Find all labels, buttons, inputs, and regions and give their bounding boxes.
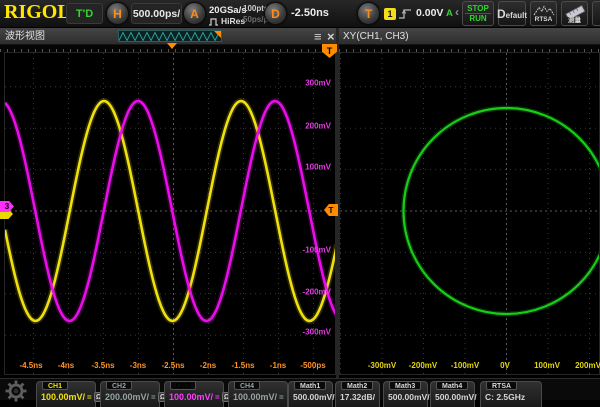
spectrum-icon (533, 5, 555, 16)
rtsa-block[interactable]: RTSA C: 2.5GHz (480, 381, 542, 407)
close-icon[interactable]: × (327, 28, 335, 45)
default-rest: efault (506, 11, 527, 20)
collapse-chevron-icon[interactable]: ‹ (455, 5, 459, 19)
rtsa-button[interactable]: RTSA (530, 1, 557, 26)
dc-coupling-icon: = (87, 393, 92, 402)
panel-separator (336, 28, 339, 378)
gear-icon[interactable] (4, 379, 34, 401)
block-tab: Math1 (294, 381, 326, 390)
rtsa-label: RTSA (535, 16, 553, 23)
math-block-math1[interactable]: Math1 500.00mV/ (288, 381, 333, 407)
timebase-value[interactable]: 500.00ps/ (131, 3, 182, 24)
block-value: 500.00mV/ (293, 392, 335, 402)
minimap-trigger-corner-icon (214, 31, 221, 38)
channel-block-ch1[interactable]: CH1100.00mV/=Ω (36, 381, 96, 407)
trigger-knob-button[interactable]: T (357, 2, 380, 25)
block-value: 100.00mV/= (233, 392, 284, 402)
horizontal-knob-button[interactable]: H (106, 2, 129, 25)
run-label: RUN (469, 14, 486, 23)
dc-coupling-icon: = (215, 393, 220, 402)
block-tab: CH4 (234, 381, 260, 390)
top-toolbar: RIGOL T'D H 500.00ps/ A 20GSa/s HiRes 1 0… (0, 0, 600, 28)
math-block-math3[interactable]: Math3 500.00mV/ (383, 381, 428, 407)
dc-coupling-icon: = (279, 393, 284, 402)
channel-block-ch2[interactable]: CH2200.00mV/=Ω (100, 381, 160, 407)
xy-ruler (339, 45, 600, 52)
stop-label: STOP (465, 4, 491, 14)
block-tab: Math3 (389, 381, 421, 390)
menu-icon[interactable]: ≡ (314, 28, 322, 45)
block-tab: RTSA (486, 381, 517, 390)
trigger-sweep-mode: A (446, 8, 453, 19)
partial-toolbar-button[interactable] (592, 1, 600, 26)
delay-knob-button[interactable]: D (264, 2, 287, 25)
delay-value[interactable]: -2.50ns (291, 7, 329, 19)
trigger-position-marker[interactable] (167, 43, 177, 49)
block-tab: CH2 (106, 381, 132, 390)
block-value: 500.00mV/ (388, 392, 430, 402)
xy-view-title: XY(CH1, CH3) (343, 31, 409, 42)
default-cap: D (497, 7, 506, 21)
waveform-view-title: 波形视图 (5, 31, 45, 42)
channel-status-bar: CH1100.00mV/=ΩCH2200.00mV/=ΩCH3100.00mV/… (0, 378, 600, 400)
trigger-status-badge: T'D (66, 3, 103, 24)
trigger-source-badge[interactable]: 1 (384, 8, 396, 20)
rigol-logo: RIGOL (4, 1, 71, 24)
block-value: 500.00mV/ (435, 392, 477, 402)
channel-block-ch3[interactable]: CH3100.00mV/=Ω (164, 381, 224, 407)
block-tab: Math4 (436, 381, 468, 390)
pulse-icon (209, 18, 219, 26)
block-value: 17.32dB/ (340, 392, 375, 402)
waveform-minimap[interactable] (118, 30, 222, 42)
xy-display-area[interactable] (339, 52, 600, 375)
xy-view-header: XY(CH1, CH3) (339, 28, 600, 45)
dc-coupling-icon: = (151, 393, 156, 402)
acquire-knob-button[interactable]: A (183, 2, 206, 25)
math-block-math2[interactable]: Math2 17.32dB/ (335, 381, 380, 407)
measure-button[interactable]: 测量 (561, 1, 588, 26)
measure-label: 测量 (568, 17, 581, 24)
run-stop-button[interactable]: STOP RUN (462, 1, 494, 26)
oscilloscope-screen: { "toolbar": { "logo": "RIGOL", "trig_st… (0, 0, 600, 400)
block-tab: Math2 (341, 381, 373, 390)
acquisition-info[interactable]: 20GSa/s HiRes (209, 3, 247, 27)
math-block-math4[interactable]: Math4 500.00mV/ (430, 381, 475, 407)
block-tab: CH3 (170, 381, 196, 390)
acq-mode: HiRes (221, 16, 245, 27)
block-value: 200.00mV/=Ω (105, 392, 168, 402)
sample-rate: 20GSa/s (209, 5, 247, 16)
waveform-display-area[interactable] (4, 52, 336, 375)
ruler-icon (564, 4, 586, 17)
trigger-slope-icon[interactable] (398, 7, 412, 20)
block-tab: CH1 (42, 381, 68, 390)
channel-block-ch4[interactable]: CH4 100.00mV/= (228, 381, 288, 407)
default-button[interactable]: Default (498, 1, 526, 26)
block-value: 100.00mV/=Ω (169, 392, 232, 402)
trigger-level-value[interactable]: 0.00V (416, 7, 443, 19)
block-value: 100.00mV/=Ω (41, 392, 104, 402)
block-value: C: 2.5GHz (485, 392, 525, 402)
